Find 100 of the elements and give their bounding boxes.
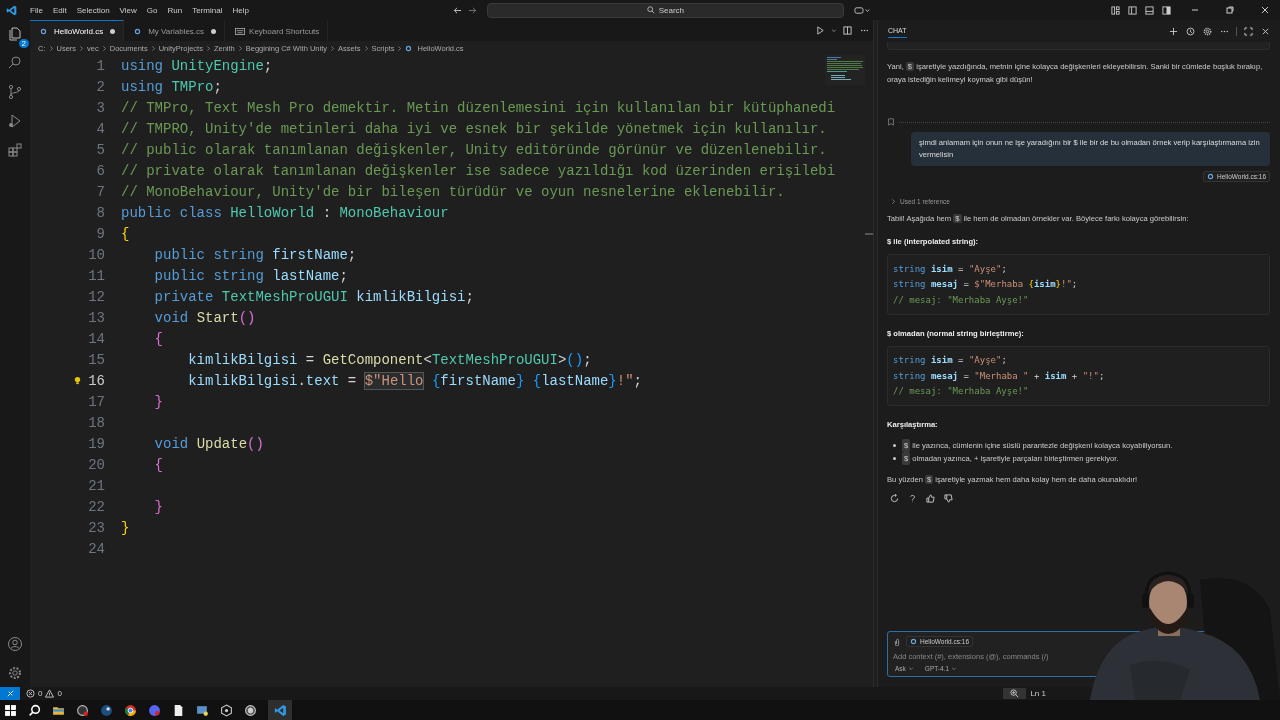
settings-icon[interactable] [7, 665, 23, 681]
thumbs-down-icon[interactable] [944, 494, 953, 503]
editor-tab[interactable]: HelloWorld.cs [30, 20, 125, 41]
chevron-icon [330, 44, 336, 52]
chevron-icon [237, 44, 243, 52]
line-number: 8 [96, 204, 105, 221]
retry-icon[interactable] [890, 494, 899, 503]
menu-item[interactable]: Run [162, 5, 188, 15]
chevron-icon [79, 44, 85, 52]
close-icon[interactable] [1260, 5, 1270, 15]
line-number: 6 [96, 162, 105, 179]
settings-icon[interactable] [1203, 26, 1212, 36]
code-line: { [153, 456, 163, 473]
line-number: 14 [88, 330, 105, 347]
menu-item[interactable]: Go [141, 5, 163, 15]
code-line: public string lastName; [153, 267, 348, 284]
panel-toggle-icon[interactable] [1145, 5, 1154, 15]
menu-item[interactable]: Selection [71, 5, 115, 15]
gauge-app-icon[interactable] [76, 703, 89, 717]
menu-item[interactable]: File [25, 5, 48, 15]
menu-item[interactable]: View [114, 5, 142, 15]
code-line: public class HelloWorld : MonoBehaviour [121, 204, 449, 221]
line-number: 15 [88, 351, 105, 368]
line-number: 18 [88, 414, 105, 431]
split-editor-icon[interactable] [843, 26, 852, 35]
code-editor-app-icon[interactable] [273, 703, 287, 717]
sidebar-toggle-icon[interactable] [1128, 5, 1137, 15]
extensions-icon[interactable] [7, 142, 23, 158]
secondary-sidebar-icon[interactable] [1162, 5, 1171, 15]
warning-icon[interactable] [45, 689, 55, 698]
thumbs-up-icon[interactable] [926, 494, 935, 503]
layout-icon[interactable] [1111, 5, 1120, 15]
maximize-icon[interactable] [1244, 26, 1253, 36]
code-line: // TMPRO, Unity'de metinleri daha iyi ve esnek bir şekilde yönetmek için kullanılır. [121, 120, 827, 137]
code-line: // private olarak tanımlanan değişkenler ise sadece yazıldığı kod üzerinden erişilebi [121, 162, 836, 179]
browser-icon[interactable] [124, 703, 137, 717]
code-line: string isim = "Ayşe"; [893, 355, 1007, 366]
line-number: 11 [88, 267, 105, 284]
document-icon[interactable] [172, 703, 185, 717]
chevron-icon [397, 44, 403, 52]
warning-count[interactable]: 0 [57, 689, 62, 698]
close-icon[interactable] [1261, 26, 1270, 36]
chat-app-icon[interactable] [148, 703, 161, 717]
cube-app-icon[interactable] [244, 703, 257, 717]
search-icon [646, 6, 655, 14]
line-number: 2 [96, 78, 105, 95]
code-line: kimlikBilgisi = GetComponent<TextMeshProUGUI>(); [187, 351, 592, 368]
plus-icon[interactable] [1169, 26, 1178, 36]
app-logo-icon [6, 4, 17, 16]
chevron-icon [205, 44, 211, 52]
line-number: 19 [88, 435, 105, 452]
explorer-icon[interactable] [7, 26, 23, 42]
code-line: kimlikBilgisi.text = $"Hello {firstName} {lastName}!"; [187, 372, 642, 389]
menu-item[interactable]: Terminal [187, 5, 228, 15]
menu-item[interactable]: Edit [47, 5, 72, 15]
chevron-icon [101, 44, 107, 52]
round-app-icon[interactable] [100, 703, 113, 717]
search-icon[interactable] [28, 703, 41, 717]
bookmark-icon[interactable] [887, 118, 895, 126]
lightbulb-icon[interactable] [73, 376, 83, 385]
code-line: } [121, 519, 130, 536]
line-number: 5 [96, 141, 105, 158]
line-number: 7 [96, 183, 105, 200]
caret-icon [907, 665, 914, 672]
caret-icon [951, 665, 958, 672]
chevron-icon [150, 44, 156, 52]
line-number: 24 [88, 540, 105, 557]
line-number: 21 [88, 477, 105, 494]
code-line: } [153, 393, 163, 410]
forward-arrow-icon[interactable] [467, 5, 477, 15]
error-icon[interactable] [26, 689, 35, 698]
cube-app-icon[interactable] [220, 703, 233, 717]
restore-icon[interactable] [1225, 5, 1235, 15]
run-icon[interactable] [816, 26, 825, 35]
line-number: 10 [88, 246, 105, 263]
photos-icon[interactable] [196, 703, 209, 717]
remote-button[interactable] [0, 687, 20, 700]
run-debug-icon[interactable] [7, 113, 23, 129]
start-icon[interactable] [4, 703, 17, 717]
code-line: public string firstName; [153, 246, 357, 263]
csharp-file-icon [134, 27, 142, 35]
code-line: { [121, 225, 130, 242]
remote-icon [5, 689, 15, 698]
cursor-position[interactable]: Ln 1 [1030, 689, 1046, 698]
source-control-icon[interactable] [7, 84, 23, 100]
code-line: void Start() [153, 309, 256, 326]
zoom-button[interactable] [1003, 688, 1027, 699]
line-number: 9 [96, 225, 105, 242]
attach-icon[interactable] [893, 637, 901, 646]
error-count[interactable]: 0 [38, 689, 43, 698]
back-arrow-icon[interactable] [452, 5, 462, 15]
caret-icon[interactable] [831, 27, 837, 34]
search-field[interactable]: Search [486, 2, 844, 18]
line-number: 1 [96, 57, 105, 74]
history-icon[interactable] [1186, 26, 1195, 36]
menu-item[interactable]: Help [227, 5, 254, 15]
code-line: } [153, 498, 163, 515]
code-line: // mesaj: "Merhaba Ayşe!" [893, 294, 1029, 305]
chevron-icon [363, 44, 369, 52]
account-icon[interactable] [7, 636, 23, 652]
